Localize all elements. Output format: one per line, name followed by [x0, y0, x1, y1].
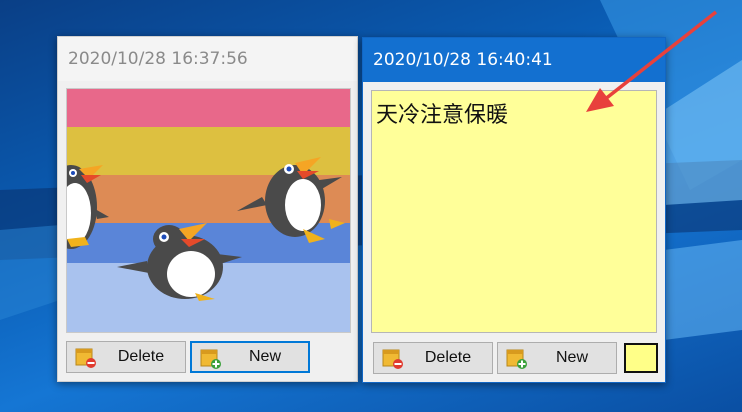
note-text[interactable]: 天冷注意保暖 — [376, 97, 508, 129]
penguin-image — [67, 89, 350, 332]
note-titlebar[interactable]: 2020/10/28 16:40:41 — [363, 38, 665, 82]
note-delete-icon — [75, 348, 96, 368]
delete-button-label: Delete — [424, 349, 472, 366]
delete-button-label: Delete — [117, 348, 165, 365]
note-titlebar[interactable]: 2020/10/28 16:37:56 — [58, 37, 357, 81]
sticky-note-2[interactable]: 2020/10/28 16:40:41 天冷注意保暖 Delete New — [362, 37, 666, 383]
note-delete-icon — [382, 349, 403, 369]
desktop: 2020/10/28 16:37:56 Delete New 2020/10/2… — [0, 0, 742, 412]
new-button[interactable]: New — [190, 341, 310, 373]
note-timestamp: 2020/10/28 16:37:56 — [68, 49, 248, 69]
sticky-note-1[interactable]: 2020/10/28 16:37:56 Delete New — [57, 36, 358, 382]
delete-button[interactable]: Delete — [373, 342, 493, 374]
new-button-label: New — [555, 349, 588, 366]
new-button[interactable]: New — [497, 342, 617, 374]
note-add-icon — [200, 349, 221, 369]
note-text-area[interactable]: 天冷注意保暖 — [371, 90, 657, 333]
note-image-content — [66, 88, 351, 333]
new-button-label: New — [248, 348, 281, 365]
note-timestamp: 2020/10/28 16:40:41 — [373, 50, 553, 70]
delete-button[interactable]: Delete — [66, 341, 186, 373]
note-color-picker[interactable] — [624, 343, 658, 373]
note-add-icon — [506, 349, 527, 369]
